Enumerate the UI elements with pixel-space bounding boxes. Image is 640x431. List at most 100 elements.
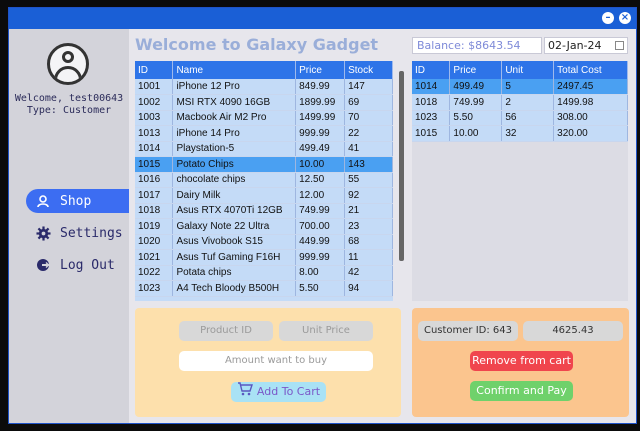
product-cell: Playstation-5 [172, 141, 297, 157]
product-row[interactable]: 1019 Galaxy Note 22 Ultra 700.00 23 [135, 218, 393, 235]
cart-table: ID Price Unit Total Cost 1014 499.49 5 2497.45… [412, 61, 628, 301]
cart-cell: 32 [501, 125, 555, 142]
cart-column-header[interactable]: Total Cost [553, 61, 628, 79]
product-cell: Asus Tuf Gaming F16H [172, 249, 297, 266]
product-cell: 1018 [135, 203, 174, 219]
product-cell: 1899.99 [295, 94, 346, 111]
products-scrollbar[interactable] [399, 71, 404, 261]
product-row[interactable]: 1002 MSI RTX 4090 16GB 1899.99 69 [135, 94, 393, 111]
product-cell: 499.49 [295, 141, 346, 157]
product-cell: 449.99 [295, 234, 346, 250]
product-row[interactable]: 1021 Asus Tuf Gaming F16H 999.99 11 [135, 249, 393, 266]
cart-row[interactable]: 1018 749.99 2 1499.98 [412, 94, 628, 111]
product-cell: 1001 [135, 79, 174, 95]
date-value: 02-Jan-24 [548, 39, 602, 52]
product-cell: 1022 [135, 265, 174, 281]
product-row[interactable]: 1001 iPhone 12 Pro 849.99 147 [135, 79, 393, 95]
product-cell: Potata chips [172, 265, 297, 281]
product-column-header[interactable]: ID [135, 61, 174, 79]
product-cell: 8.00 [295, 265, 346, 281]
product-cell: chocolate chips [172, 172, 297, 188]
product-cell: iPhone 12 Pro [172, 79, 297, 95]
user-type-label: Type: Customer [26, 105, 112, 116]
checkout-panel: Customer ID: 643 4625.43 Remove from car… [412, 308, 629, 417]
calendar-icon[interactable] [615, 41, 624, 50]
nav-settings[interactable]: Settings [26, 221, 129, 245]
page-title: Welcome to Galaxy Gadget [135, 35, 379, 54]
product-cell: 1015 [135, 156, 174, 173]
product-cell: 849.99 [295, 79, 346, 95]
add-to-cart-button[interactable]: Add To Cart [231, 381, 326, 402]
product-cell: Potato Chips [172, 156, 297, 173]
products-table: ID Name Price Stock 1001 iPhone 12 Pro 849.99… [135, 61, 393, 301]
cart-column-header[interactable]: Unit [501, 61, 555, 79]
product-row[interactable]: 1017 Dairy Milk 12.00 92 [135, 187, 393, 204]
product-row[interactable]: 1020 Asus Vivobook S15 449.99 68 [135, 234, 393, 250]
product-row[interactable]: 1013 iPhone 14 Pro 999.99 22 [135, 125, 393, 142]
product-cell: 1020 [135, 234, 174, 250]
product-cell: Macbook Air M2 Pro [172, 110, 297, 126]
balance-display: Balance: $8643.54 [412, 37, 542, 54]
product-row[interactable]: 1014 Playstation-5 499.49 41 [135, 141, 393, 157]
user-icon [30, 194, 56, 208]
cart-row[interactable]: 1014 499.49 5 2497.45 [412, 79, 628, 95]
product-cell: 12.50 [295, 172, 346, 188]
product-cell: 69 [344, 94, 393, 111]
nav-logout[interactable]: Log Out [26, 253, 129, 277]
product-row[interactable]: 1016 chocolate chips 12.50 55 [135, 172, 393, 188]
cart-row[interactable]: 1023 5.50 56 308.00 [412, 110, 628, 126]
product-cell: A4 Tech Bloody B500H [172, 280, 297, 297]
cart-column-header[interactable]: ID [412, 61, 451, 79]
amount-input[interactable]: Amount want to buy [179, 351, 373, 371]
nav-shop[interactable]: Shop [26, 189, 129, 213]
nav-settings-label: Settings [60, 225, 123, 241]
product-row[interactable]: 1023 A4 Tech Bloody B500H 5.50 94 [135, 280, 393, 297]
gear-icon [30, 225, 56, 241]
product-cell: 700.00 [295, 218, 346, 235]
product-cell: 42 [344, 265, 393, 281]
product-cell: 5.50 [295, 280, 346, 297]
product-cell: 1016 [135, 172, 174, 188]
product-cell: Asus RTX 4070Ti 12GB [172, 203, 297, 219]
user-info: Welcome, test00643 Type: Customer [9, 93, 129, 117]
remove-from-cart-button[interactable]: Remove from cart [470, 351, 573, 371]
logout-icon [30, 258, 56, 272]
product-cell: 143 [344, 156, 393, 173]
close-button[interactable]: × [619, 12, 631, 24]
product-row[interactable]: 1003 Macbook Air M2 Pro 1499.99 70 [135, 110, 393, 126]
product-column-header[interactable]: Stock [344, 61, 393, 79]
unit-price-field[interactable]: Unit Price [279, 321, 373, 341]
product-cell: 23 [344, 218, 393, 235]
avatar-icon [47, 43, 89, 85]
product-cell: 92 [344, 187, 393, 204]
product-cell: 21 [344, 203, 393, 219]
add-to-cart-label: Add To Cart [256, 385, 321, 398]
date-picker[interactable]: 02-Jan-24 [544, 37, 628, 54]
cart-cell: 5 [501, 79, 555, 95]
product-cell: 1021 [135, 249, 174, 266]
cart-cell: 1023 [412, 110, 451, 126]
cart-cell: 10.00 [449, 125, 503, 142]
product-row[interactable]: 1018 Asus RTX 4070Ti 12GB 749.99 21 [135, 203, 393, 219]
product-cell: 1013 [135, 125, 174, 142]
cart-column-header[interactable]: Price [449, 61, 503, 79]
total-field: 4625.43 [523, 321, 623, 341]
product-cell: 68 [344, 234, 393, 250]
product-cell: Dairy Milk [172, 187, 297, 204]
welcome-label: Welcome, test00643 [14, 93, 124, 104]
title-bar: – × [9, 8, 636, 29]
product-cell: 22 [344, 125, 393, 142]
confirm-and-pay-button[interactable]: Confirm and Pay [470, 381, 573, 401]
product-row[interactable]: 1022 Potata chips 8.00 42 [135, 265, 393, 281]
minimize-button[interactable]: – [602, 12, 614, 24]
nav-shop-label: Shop [60, 193, 92, 209]
product-column-header[interactable]: Name [172, 61, 297, 79]
product-cell: 147 [344, 79, 393, 95]
product-row[interactable]: 1015 Potato Chips 10.00 143 [135, 156, 393, 173]
product-cell: 999.99 [295, 249, 346, 266]
product-column-header[interactable]: Price [295, 61, 346, 79]
cart-cell: 1014 [412, 79, 451, 95]
cart-row[interactable]: 1015 10.00 32 320.00 [412, 125, 628, 142]
product-id-field[interactable]: Product ID [179, 321, 273, 341]
cart-cell: 1015 [412, 125, 451, 142]
